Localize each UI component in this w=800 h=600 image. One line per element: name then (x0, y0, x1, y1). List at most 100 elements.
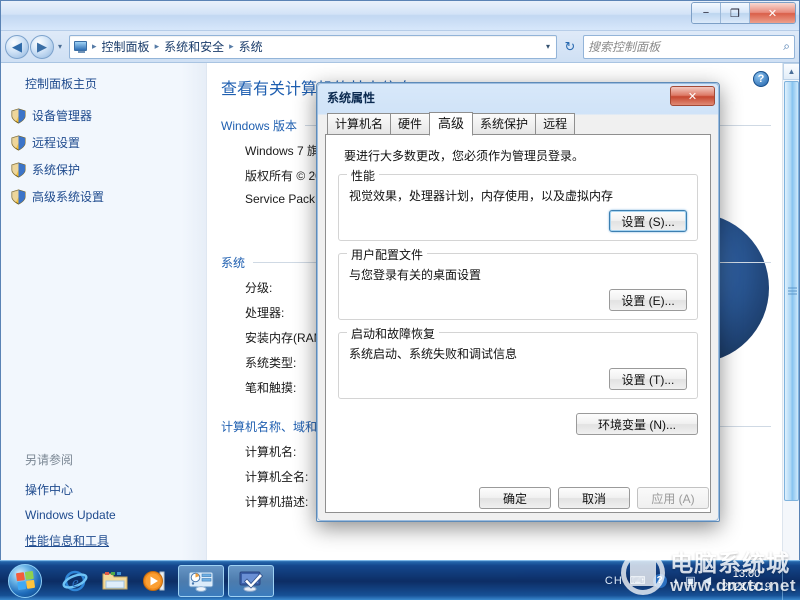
navigation-buttons: ◀ ▶ ▾ (5, 34, 65, 59)
sidebar-item-device-manager[interactable]: 设备管理器 (1, 102, 206, 129)
volume-icon[interactable]: ◀ (703, 574, 711, 587)
sidebar-item-label: 设备管理器 (32, 109, 93, 123)
tab-computer-name[interactable]: 计算机名 (327, 113, 392, 135)
forward-button[interactable]: ▶ (30, 34, 54, 59)
see-also-action-center[interactable]: 操作中心 (25, 476, 206, 503)
performance-group: 性能 视觉效果，处理器计划，内存使用，以及虚拟内存 设置 (S)... (338, 167, 698, 241)
group-button-row: 设置 (S)... (349, 210, 687, 232)
see-also-section: 另请参阅 操作中心 Windows Update 性能信息和工具 (1, 451, 206, 554)
window-controls: − ❐ ✕ (691, 2, 796, 24)
performance-settings-button[interactable]: 设置 (S)... (609, 210, 687, 232)
windows-media-player-icon[interactable] (136, 564, 174, 598)
dialog-title: 系统属性 (327, 91, 376, 105)
scrollbar-grip (788, 286, 797, 297)
svg-text:e: e (72, 575, 79, 591)
sidebar-item-system-protection[interactable]: 系统保护 (1, 156, 206, 183)
breadcrumb-item-1[interactable]: 系统和安全 (162, 38, 226, 55)
search-input[interactable] (588, 39, 784, 54)
user-profiles-group: 用户配置文件 与您登录有关的桌面设置 设置 (E)... (338, 246, 698, 320)
group-legend: 用户配置文件 (347, 246, 428, 263)
breadcrumb-item-2[interactable]: 系统 (237, 38, 265, 55)
restore-button[interactable]: ❐ (721, 3, 750, 23)
dialog-footer: 确定 取消 应用 (A) (479, 487, 709, 509)
group-legend: 性能 (347, 167, 380, 184)
address-bar: ◀ ▶ ▾ ▸ 控制面板 ▸ 系统和安全 ▸ 系统 ▾ ↻ ⌕ (1, 31, 799, 63)
screen: − ❐ ✕ ◀ ▶ ▾ ▸ 控制面板 ▸ 系统和安全 ▸ 系统 ▾ ↻ 搜索控制… (0, 0, 800, 600)
scroll-up-button[interactable]: ▲ (783, 63, 799, 80)
refresh-icon[interactable]: ↻ (559, 36, 581, 58)
system-tray: CH ⌨ ? ▴ ▣ ◀ 13:00 2021/5/19 (605, 561, 800, 600)
startup-recovery-group: 启动和故障恢复 系统启动、系统失败和调试信息 设置 (T)... (338, 325, 698, 399)
taskbar: e CH ⌨ ? ▴ ▣ ◀ 13:00 2021/5/19 (0, 560, 800, 600)
environment-variables-row: 环境变量 (N)... (338, 411, 698, 435)
cancel-button[interactable]: 取消 (558, 487, 630, 509)
vertical-scrollbar[interactable]: ▲ (782, 63, 799, 562)
sidebar: 控制面板主页 设备管理器 远程设置 系统保护 高级系统设置 另请参阅 操作中心 … (1, 63, 207, 562)
system-properties-dialog: 系统属性 ✕ 计算机名 硬件 高级 系统保护 远程 要进行大多数更改，您必须作为… (316, 82, 720, 522)
breadcrumb-separator-1: ▸ (154, 41, 160, 51)
windows-flag-icon (15, 570, 35, 591)
group-button-row: 设置 (T)... (349, 368, 687, 390)
clock[interactable]: 13:00 2021/5/19 (718, 568, 771, 593)
tray-overflow-icon[interactable]: ▴ (674, 575, 679, 586)
shield-icon (11, 188, 26, 205)
windows-orb-icon (8, 563, 42, 598)
taskbar-window-control-panel[interactable] (178, 564, 224, 597)
tab-remote[interactable]: 远程 (535, 113, 576, 135)
user-profiles-settings-button[interactable]: 设置 (E)... (609, 289, 687, 311)
sidebar-item-label: 系统保护 (32, 163, 81, 177)
startup-recovery-settings-button[interactable]: 设置 (T)... (609, 368, 687, 390)
tab-advanced[interactable]: 高级 (429, 112, 474, 136)
search-box[interactable]: ⌕ (583, 34, 795, 59)
start-button[interactable] (0, 562, 50, 600)
tab-hardware[interactable]: 硬件 (390, 113, 431, 135)
sidebar-item-label: 高级系统设置 (32, 190, 105, 204)
sidebar-item-remote-settings[interactable]: 远程设置 (1, 129, 206, 156)
sidebar-item-home[interactable]: 控制面板主页 (1, 75, 206, 102)
tab-system-protection[interactable]: 系统保护 (472, 113, 537, 135)
breadcrumb-item-0[interactable]: 控制面板 (100, 38, 152, 55)
sidebar-item-label: 远程设置 (32, 136, 81, 150)
ok-button[interactable]: 确定 (479, 487, 551, 509)
taskbar-window-system-properties[interactable] (228, 564, 274, 597)
dialog-body: 计算机名 硬件 高级 系统保护 远程 要进行大多数更改，您必须作为管理员登录。 … (325, 112, 711, 513)
dialog-close-button[interactable]: ✕ (670, 86, 715, 106)
shield-icon (11, 107, 26, 124)
clock-time: 13:00 (732, 567, 761, 580)
breadcrumb[interactable]: ▸ 控制面板 ▸ 系统和安全 ▸ 系统 ▾ (69, 34, 557, 59)
dialog-tabs: 计算机名 硬件 高级 系统保护 远程 (325, 112, 711, 136)
see-also-performance-tools[interactable]: 性能信息和工具 (25, 527, 206, 554)
show-desktop-button[interactable] (782, 561, 792, 600)
windows-explorer-icon[interactable] (96, 564, 134, 598)
minimize-button[interactable]: − (692, 3, 721, 23)
breadcrumb-dropdown-icon[interactable]: ▾ (546, 42, 554, 51)
close-button[interactable]: ✕ (750, 3, 795, 23)
keyboard-icon[interactable]: ⌨ (630, 574, 646, 587)
ime-indicator[interactable]: CH (605, 575, 623, 587)
network-icon[interactable]: ▣ (685, 574, 695, 587)
shield-icon (11, 134, 26, 151)
clock-date: 2021/5/19 (722, 580, 771, 593)
shield-icon (11, 161, 26, 178)
group-description: 与您登录有关的桌面设置 (349, 268, 482, 282)
see-also-title: 另请参阅 (25, 453, 74, 467)
help-icon[interactable]: ? (753, 71, 769, 87)
back-button[interactable]: ◀ (5, 34, 29, 59)
scrollbar-thumb[interactable] (784, 81, 799, 501)
tab-panel-advanced: 要进行大多数更改，您必须作为管理员登录。 性能 视觉效果，处理器计划，内存使用，… (325, 134, 711, 513)
control-panel-icon (73, 40, 89, 54)
search-icon: ⌕ (783, 39, 790, 53)
group-label: Windows 版本 (221, 119, 298, 133)
group-legend: 启动和故障恢复 (347, 325, 440, 342)
ime-help-icon[interactable]: ? (652, 573, 667, 588)
sidebar-item-advanced-system-settings[interactable]: 高级系统设置 (1, 183, 206, 210)
see-also-windows-update[interactable]: Windows Update (25, 503, 206, 527)
apply-button: 应用 (A) (637, 487, 709, 509)
group-description: 系统启动、系统失败和调试信息 (349, 347, 518, 361)
history-dropdown-icon[interactable]: ▾ (55, 42, 65, 51)
group-description: 视觉效果，处理器计划，内存使用，以及虚拟内存 (349, 189, 614, 203)
environment-variables-button[interactable]: 环境变量 (N)... (576, 413, 698, 435)
breadcrumb-separator-2: ▸ (229, 41, 234, 51)
internet-explorer-icon[interactable]: e (56, 564, 94, 598)
quick-launch: e (50, 564, 174, 598)
